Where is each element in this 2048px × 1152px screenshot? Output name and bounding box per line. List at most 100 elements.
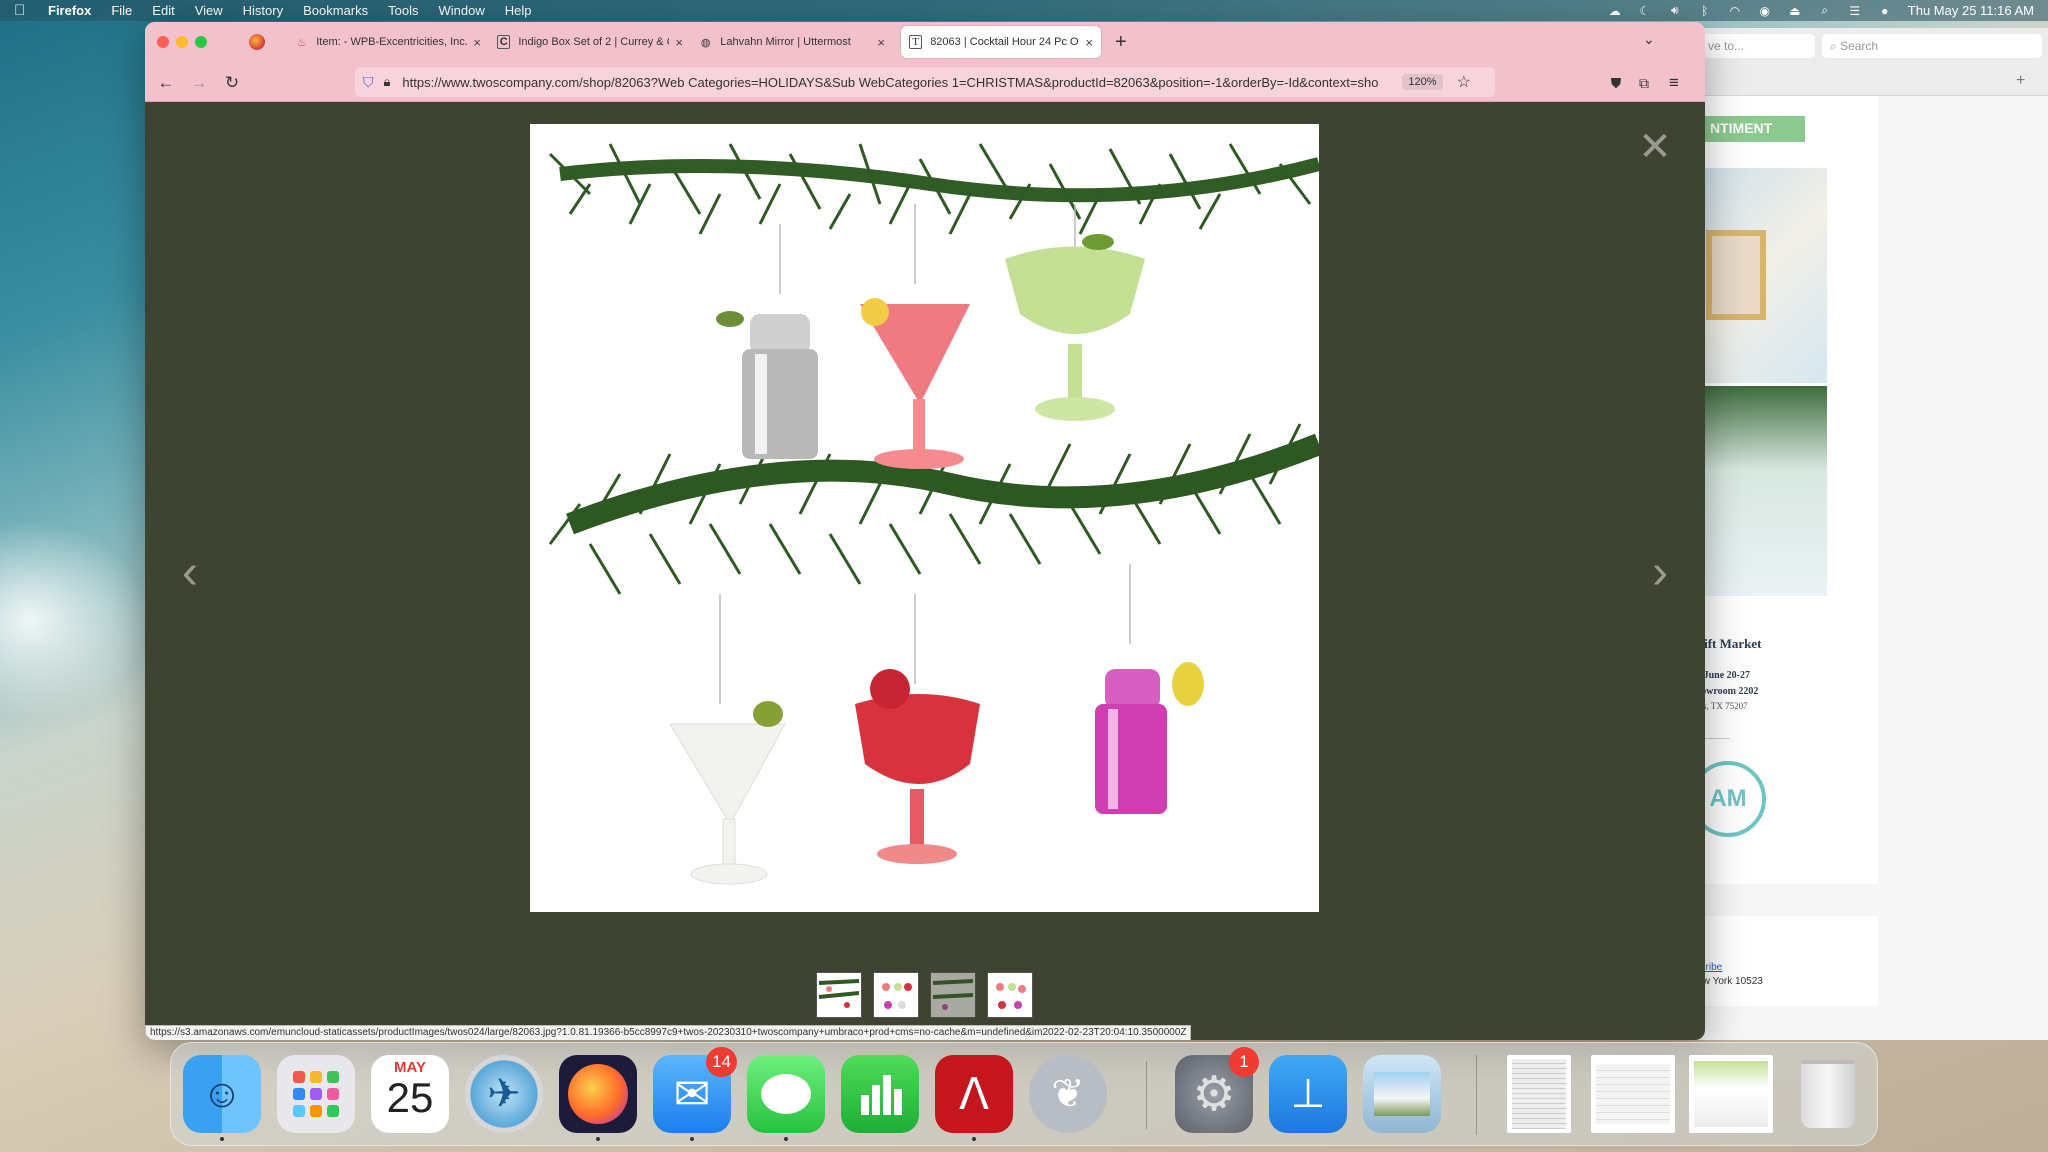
lightbox-overlay[interactable]: ✕ ‹ ›: [145, 102, 1705, 1040]
hamburger-menu-icon[interactable]: ≡: [1663, 72, 1685, 94]
lock-icon[interactable]: 🔒︎: [384, 74, 391, 90]
minimize-window-button[interactable]: [176, 36, 188, 48]
tab-title: Lahvahn Mirror | Uttermost: [720, 36, 851, 48]
running-indicator: [220, 1137, 224, 1141]
spotlight-search-icon[interactable]: ⌕: [1818, 3, 1832, 17]
background-search-placeholder: Search: [1840, 39, 1879, 53]
menu-history[interactable]: History: [243, 3, 283, 18]
new-tab-plus-icon[interactable]: +: [2016, 72, 2025, 90]
thumbnail-1[interactable]: [816, 972, 862, 1018]
lightbox-prev-arrow[interactable]: ‹: [175, 542, 205, 602]
extensions-icon[interactable]: ⧉: [1633, 72, 1655, 94]
apple-menu-icon[interactable]: : [14, 2, 30, 19]
pocket-icon[interactable]: ⛊: [1605, 72, 1627, 94]
pink-martini-ornament: [860, 298, 970, 469]
system-settings-icon[interactable]: ⚙ 1: [1175, 1047, 1259, 1133]
reload-icon[interactable]: ↻: [221, 72, 243, 94]
lightbox-next-arrow[interactable]: ›: [1645, 542, 1675, 602]
minimized-window-3[interactable]: [1689, 1055, 1773, 1133]
c-logo-icon: C: [497, 35, 511, 49]
wave-foam: [0, 520, 150, 720]
thumbnail-2[interactable]: [873, 972, 919, 1018]
acrobat-icon[interactable]: ꓥ: [935, 1055, 1013, 1133]
firefox-view-icon[interactable]: [249, 34, 265, 50]
numbers-bars: [861, 1075, 902, 1115]
tracking-shield-icon[interactable]: ⛉: [363, 74, 374, 91]
bluetooth-icon[interactable]: ᛒ: [1698, 4, 1712, 18]
minimized-window-2[interactable]: [1591, 1055, 1675, 1133]
red-margarita-ornament: [855, 669, 980, 864]
focus-moon-icon[interactable]: ☾: [1638, 4, 1652, 18]
close-icon[interactable]: ×: [877, 35, 885, 50]
navigation-toolbar: ← → ↻ ⛉ 🔒︎ https://www.twoscompany.com/s…: [145, 62, 1705, 102]
launchpad-icon[interactable]: [277, 1055, 355, 1133]
speech-bubble-shape: [761, 1074, 811, 1114]
back-arrow-icon[interactable]: ←: [155, 72, 177, 94]
preview-icon[interactable]: [1363, 1055, 1441, 1133]
acrobat-glyph: ꓥ: [958, 1069, 990, 1119]
menu-help[interactable]: Help: [505, 3, 532, 18]
tab-indigo-box[interactable]: C Indigo Box Set of 2 | Currey & C ×: [489, 26, 691, 58]
thumbnail-4[interactable]: [987, 972, 1033, 1018]
tab-bar: ♨ Item: - WPB-Excentricities, Inc. × C I…: [145, 22, 1705, 62]
forward-arrow-icon[interactable]: →: [188, 72, 210, 94]
numbers-icon[interactable]: [841, 1055, 919, 1133]
menu-app-firefox[interactable]: Firefox: [48, 3, 91, 18]
user-icon[interactable]: ◉: [1758, 4, 1772, 18]
background-footer: bscribe New York 10523: [1690, 916, 1878, 1006]
podium-glyph: ⊥: [1290, 1072, 1326, 1116]
gear-icon: ⚙: [1192, 1068, 1236, 1121]
calendar-icon[interactable]: MAY 25: [371, 1055, 449, 1133]
close-icon[interactable]: ×: [473, 35, 481, 50]
firefox-dock-icon[interactable]: [559, 1055, 637, 1133]
tab-item-wpb[interactable]: ♨ Item: - WPB-Excentricities, Inc. ×: [287, 26, 489, 58]
close-icon[interactable]: ×: [675, 35, 683, 50]
window-preview-shape: [1512, 1059, 1566, 1129]
keynote-icon[interactable]: ⊥: [1269, 1055, 1347, 1133]
menu-view[interactable]: View: [195, 3, 223, 18]
menu-bookmarks[interactable]: Bookmarks: [303, 3, 368, 18]
thumbnail-1-image: [817, 973, 861, 1017]
menu-edit[interactable]: Edit: [152, 3, 174, 18]
calendar-day: 25: [386, 1074, 434, 1121]
creative-cloud-icon[interactable]: ☁: [1608, 4, 1622, 18]
list-all-tabs-chevron-icon[interactable]: ⌄: [1643, 31, 1655, 48]
mail-icon[interactable]: ✉ 14: [653, 1047, 737, 1133]
background-browser-window[interactable]: ve to... ⌕ Search + NTIMENT Gift Market …: [1690, 28, 2048, 1040]
background-search-field[interactable]: ⌕ Search: [1822, 34, 2042, 58]
control-center-icon[interactable]: ☰: [1848, 4, 1862, 18]
menu-window[interactable]: Window: [439, 3, 485, 18]
lightbox-close-button[interactable]: ✕: [1635, 127, 1675, 167]
url-text[interactable]: https://www.twoscompany.com/shop/82063?W…: [402, 75, 1392, 90]
minimized-window-1[interactable]: [1507, 1055, 1571, 1133]
ornaments-illustration: [548, 143, 1319, 885]
bookmark-star-icon[interactable]: ☆: [1457, 72, 1471, 92]
tab-lahvahn-mirror[interactable]: ◍ Lahvahn Mirror | Uttermost ×: [691, 26, 893, 58]
thumbnail-3[interactable]: [930, 972, 976, 1018]
volume-icon[interactable]: 🔊︎: [1668, 3, 1682, 17]
menu-file[interactable]: File: [111, 3, 132, 18]
t-logo-icon: T: [909, 35, 923, 49]
siri-icon[interactable]: ●: [1878, 4, 1892, 18]
window-preview-shape: [1694, 1061, 1768, 1127]
menu-clock[interactable]: Thu May 25 11:16 AM: [1908, 3, 2034, 18]
menu-tools[interactable]: Tools: [388, 3, 418, 18]
tab-title: Item: - WPB-Excentricities, Inc.: [316, 36, 468, 48]
background-toolbar: ve to... ⌕ Search +: [1690, 28, 2048, 96]
new-tab-plus-icon[interactable]: +: [1115, 31, 1127, 54]
affinity-feather-icon[interactable]: ❦: [1029, 1055, 1107, 1133]
airmail-bird-icon[interactable]: ✈: [465, 1055, 543, 1133]
link-status-bar: https://s3.amazonaws.com/emuncloud-stati…: [145, 1025, 1192, 1040]
trash-icon[interactable]: [1789, 1055, 1867, 1133]
zoom-level-badge[interactable]: 120%: [1402, 74, 1443, 90]
close-window-button[interactable]: [157, 36, 169, 48]
url-bar[interactable]: ⛉ 🔒︎ https://www.twoscompany.com/shop/82…: [355, 67, 1495, 97]
close-icon[interactable]: ×: [1085, 35, 1093, 50]
background-address-field[interactable]: ve to...: [1700, 34, 1815, 58]
finder-icon[interactable]: ☺: [183, 1055, 261, 1133]
messages-icon[interactable]: [747, 1055, 825, 1133]
tab-cocktail-hour[interactable]: T 82063 | Cocktail Hour 24 Pc Or ×: [901, 26, 1101, 58]
eject-icon[interactable]: ⏏: [1788, 4, 1802, 18]
zoom-window-button[interactable]: [195, 36, 207, 48]
wifi-icon[interactable]: ◠: [1728, 4, 1742, 18]
